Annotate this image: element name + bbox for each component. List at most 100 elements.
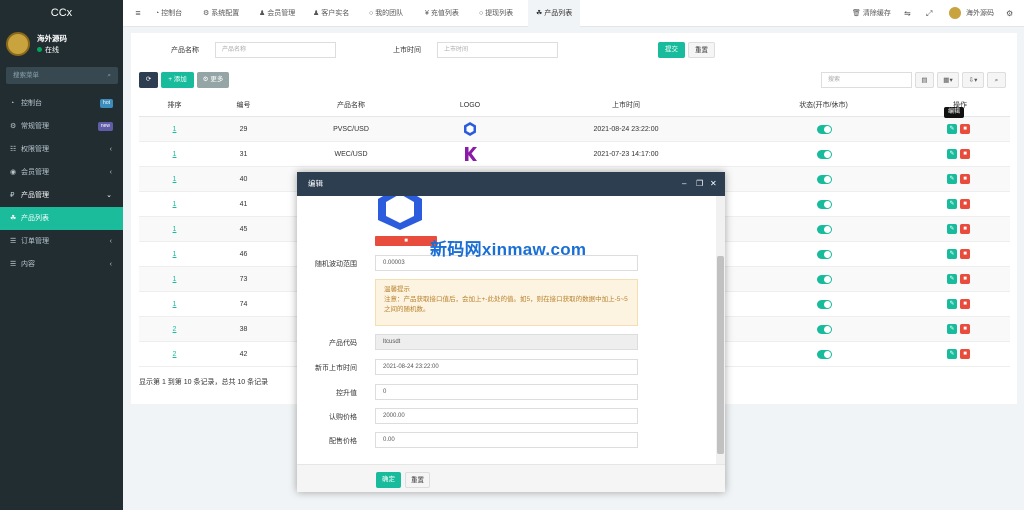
tab-withdraw-list[interactable]: ○ 提现列表: [479, 0, 513, 27]
toggle-view-button[interactable]: ▤: [915, 72, 934, 88]
tab-product-list[interactable]: ☘ 产品列表: [528, 0, 581, 27]
status-toggle[interactable]: [817, 175, 832, 184]
sort-cell[interactable]: 1: [139, 267, 210, 292]
subscribe-price-input[interactable]: 2000.00: [375, 408, 638, 424]
edit-button[interactable]: ✎: [947, 299, 957, 309]
brand-logo[interactable]: CCx: [0, 0, 123, 27]
sidebar-item-content[interactable]: ☰ 内容 ‹: [0, 253, 123, 276]
edit-button[interactable]: ✎: [947, 274, 957, 284]
sort-cell[interactable]: 1: [139, 217, 210, 242]
product-code-input[interactable]: ltcusdt: [375, 334, 638, 350]
fullscreen-icon[interactable]: ⤢: [926, 0, 932, 27]
tab-dashboard[interactable]: ◔ 控制台: [155, 0, 182, 27]
sort-cell[interactable]: 2: [139, 342, 210, 367]
status-toggle[interactable]: [817, 250, 832, 259]
edit-button[interactable]: ✎: [947, 199, 957, 209]
refresh-button[interactable]: ⟳: [139, 72, 158, 88]
delete-button[interactable]: ■: [960, 224, 970, 234]
modal-scrollbar[interactable]: [716, 196, 725, 464]
edit-button[interactable]: ✎: [947, 124, 957, 134]
sort-cell[interactable]: 1: [139, 242, 210, 267]
field-label: 随机波动范围: [315, 261, 357, 268]
filter-name-input[interactable]: 产品名称: [215, 42, 336, 58]
sidebar-item-dashboard[interactable]: ◔ 控制台 hot: [0, 92, 123, 115]
sort-cell[interactable]: 2: [139, 317, 210, 342]
status-toggle[interactable]: [817, 225, 832, 234]
tab-my-team[interactable]: ○ 我的团队: [369, 0, 403, 27]
delete-button[interactable]: ■: [960, 199, 970, 209]
status-toggle[interactable]: [817, 150, 832, 159]
col-logo[interactable]: LOGO: [425, 95, 515, 117]
placement-price-input[interactable]: 0.00: [375, 432, 638, 448]
sidebar-item-members[interactable]: ◉ 会员管理 ‹: [0, 161, 123, 184]
edit-button[interactable]: ✎: [947, 324, 957, 334]
sidebar-item-general[interactable]: ⚙ 常规管理 new: [0, 115, 123, 138]
col-id[interactable]: 编号: [210, 95, 277, 117]
sidebar-item-orders[interactable]: ☰ 订单管理 ‹: [0, 230, 123, 253]
tab-member-manage[interactable]: ♟ 会员管理: [259, 0, 295, 27]
modal-reset-button[interactable]: 重置: [405, 472, 430, 488]
sort-cell[interactable]: 1: [139, 142, 210, 167]
status-toggle[interactable]: [817, 125, 832, 134]
delete-button[interactable]: ■: [960, 299, 970, 309]
maximize-icon[interactable]: ❐: [696, 172, 703, 196]
status-toggle[interactable]: [817, 300, 832, 309]
status-toggle[interactable]: [817, 200, 832, 209]
delete-image-button[interactable]: ■: [375, 236, 437, 246]
delete-button[interactable]: ■: [960, 349, 970, 359]
add-button[interactable]: + 添加: [161, 72, 194, 88]
close-icon[interactable]: ✕: [710, 172, 717, 196]
filter-time-input[interactable]: 上市时间: [437, 42, 558, 58]
sidebar-item-permission[interactable]: ☷ 权限管理 ‹: [0, 138, 123, 161]
status-toggle[interactable]: [817, 275, 832, 284]
edit-button[interactable]: ✎: [947, 174, 957, 184]
reset-button[interactable]: 重置: [688, 42, 715, 58]
tab-system-config[interactable]: ⚙ 系统配置: [203, 0, 239, 27]
status-toggle[interactable]: [817, 325, 832, 334]
delete-button[interactable]: ■: [960, 149, 970, 159]
advanced-search-button[interactable]: ⌕: [987, 72, 1006, 88]
col-sort[interactable]: 排序: [139, 95, 210, 117]
sort-cell[interactable]: 1: [139, 292, 210, 317]
export-button[interactable]: ⇩▾: [962, 72, 984, 88]
tab-customer-realname[interactable]: ♟ 客户实名: [313, 0, 349, 27]
submit-button[interactable]: 提交: [658, 42, 685, 58]
sort-cell[interactable]: 1: [139, 167, 210, 192]
filter-name-label: 产品名称: [171, 47, 199, 54]
confirm-button[interactable]: 确定: [376, 472, 401, 488]
delete-button[interactable]: ■: [960, 249, 970, 259]
sidebar-search-input[interactable]: 搜索菜单 ⌕: [6, 67, 118, 84]
edit-button[interactable]: ✎: [947, 149, 957, 159]
listing-time-input[interactable]: 2021-08-24 23:22:00: [375, 359, 638, 375]
delete-button[interactable]: ■: [960, 174, 970, 184]
minimize-icon[interactable]: –: [682, 172, 686, 196]
sort-cell[interactable]: 1: [139, 117, 210, 142]
table-search-input[interactable]: 搜索: [821, 72, 912, 88]
translate-icon[interactable]: ⇋: [904, 0, 911, 27]
delete-button[interactable]: ■: [960, 324, 970, 334]
clear-cache-button[interactable]: 🗑 清除缓存: [852, 0, 891, 27]
delete-button[interactable]: ■: [960, 274, 970, 284]
settings-gear-icon[interactable]: ⚙: [1006, 0, 1013, 27]
edit-button[interactable]: ✎: [947, 249, 957, 259]
search-icon[interactable]: ⌕: [107, 67, 111, 84]
sidebar-item-product-list[interactable]: ☘ 产品列表: [0, 207, 123, 230]
modal-footer: 确定 重置: [297, 464, 725, 492]
scrollbar-thumb[interactable]: [717, 256, 724, 454]
more-button[interactable]: ⚙ 更多: [197, 72, 229, 88]
edit-button[interactable]: ✎: [947, 224, 957, 234]
delete-button[interactable]: ■: [960, 124, 970, 134]
col-time[interactable]: 上市时间: [515, 95, 737, 117]
sidebar-item-products[interactable]: ₽ 产品管理 ⌄: [0, 184, 123, 207]
user-menu[interactable]: 海外源码: [949, 0, 994, 27]
menu-toggle-icon[interactable]: ≡: [131, 0, 145, 27]
col-status[interactable]: 状态(开市/休市): [737, 95, 910, 117]
tab-recharge-list[interactable]: ¥ 充值列表: [425, 0, 459, 27]
status-toggle[interactable]: [817, 350, 832, 359]
edit-button[interactable]: ✎: [947, 349, 957, 359]
col-name[interactable]: 产品名称: [277, 95, 425, 117]
user-circle-icon: ◉: [10, 169, 17, 176]
sort-cell[interactable]: 1: [139, 192, 210, 217]
control-value-input[interactable]: 0: [375, 384, 638, 400]
columns-button[interactable]: ▦▾: [937, 72, 959, 88]
